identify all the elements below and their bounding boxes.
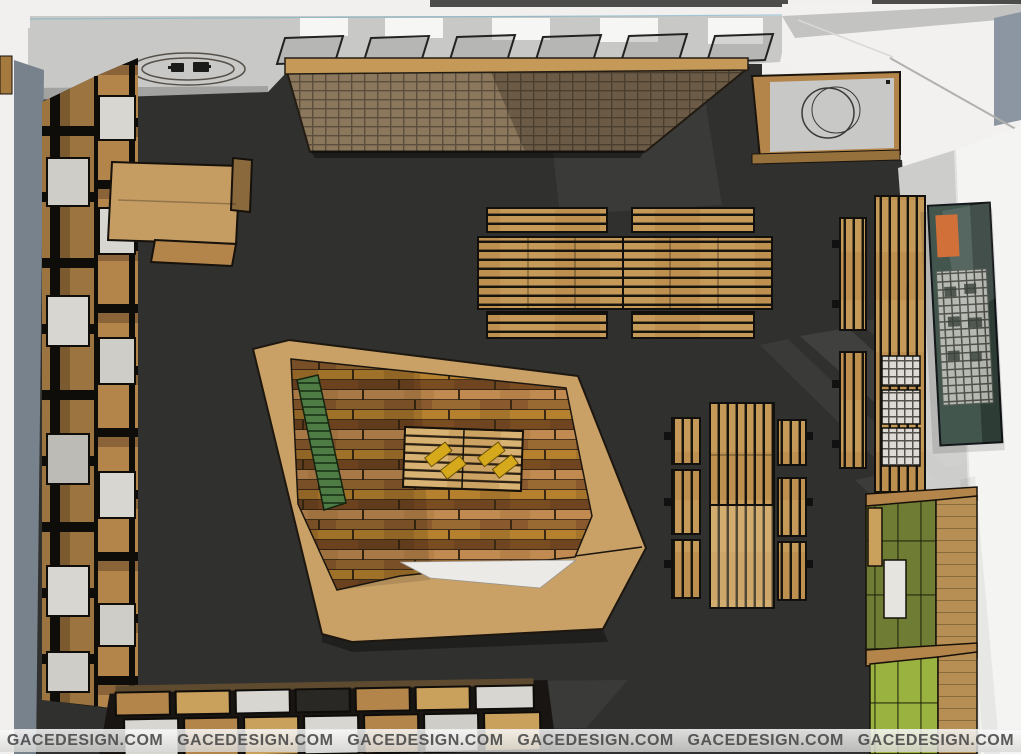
right-bluegray-band bbox=[994, 12, 1021, 126]
cubby-cell-white bbox=[47, 434, 89, 484]
locker-olive-side bbox=[936, 496, 977, 660]
cubby-cell-white bbox=[47, 566, 89, 616]
locker-cell-white bbox=[884, 560, 906, 618]
slat-bench bbox=[672, 540, 700, 598]
cubby-cell bbox=[176, 691, 230, 715]
left-white-strip bbox=[0, 26, 14, 754]
watermark-text: GACEDESIGN.COM bbox=[347, 732, 503, 750]
slat-bench bbox=[487, 312, 607, 338]
cubby-cell bbox=[416, 686, 470, 710]
desk-lower-step bbox=[151, 240, 236, 266]
cubby-cell bbox=[116, 692, 170, 716]
slat-bench bbox=[632, 208, 754, 232]
skylight bbox=[300, 18, 348, 36]
cubby-cell-white bbox=[99, 338, 135, 384]
screen-panel-shadow bbox=[310, 150, 645, 158]
render-canvas: GACEDESIGN.COM GACEDESIGN.COM GACEDESIGN… bbox=[0, 0, 1021, 754]
slat-bench bbox=[840, 218, 866, 330]
mesh-basket bbox=[882, 390, 920, 424]
slat-bench bbox=[632, 312, 754, 338]
watermark-text: GACEDESIGN.COM bbox=[177, 732, 333, 750]
cubby-cell-white bbox=[99, 472, 135, 518]
cubby-cell-white bbox=[99, 604, 135, 646]
cubby-cell-white bbox=[236, 690, 290, 714]
cubby-cell-white bbox=[99, 96, 135, 140]
watermark-text: GACEDESIGN.COM bbox=[7, 732, 163, 750]
long-slat-table bbox=[478, 237, 772, 309]
cubby-cell-dark bbox=[296, 688, 350, 712]
slat-bench bbox=[778, 420, 806, 465]
platform-table bbox=[403, 427, 523, 491]
poster-orange-seal bbox=[935, 214, 959, 257]
wall-poster bbox=[920, 202, 1005, 453]
cubby-cell-white bbox=[47, 652, 89, 692]
table-sunlight-patch bbox=[711, 506, 773, 607]
mesh-basket bbox=[882, 356, 920, 386]
round-fixture-box bbox=[752, 72, 900, 164]
left-edge-wood-box bbox=[0, 56, 12, 94]
left-cubby-shelving bbox=[42, 58, 138, 712]
watermark-text: GACEDESIGN.COM bbox=[688, 732, 844, 750]
mesh-basket bbox=[882, 428, 920, 466]
cubby-cell bbox=[356, 687, 410, 711]
skylight bbox=[385, 18, 443, 38]
slat-bench bbox=[672, 418, 700, 464]
locker-cell-wood bbox=[868, 508, 882, 566]
interior-render bbox=[0, 0, 1021, 754]
cubby-cell-white bbox=[476, 685, 534, 709]
cubby-cell-white bbox=[47, 158, 89, 206]
watermark-text: GACEDESIGN.COM bbox=[517, 732, 673, 750]
watermark-text: GACEDESIGN.COM bbox=[858, 732, 1014, 750]
fixture-dot bbox=[886, 80, 890, 84]
slat-bench bbox=[778, 542, 806, 600]
slat-bench bbox=[840, 352, 866, 468]
slat-bench bbox=[778, 478, 806, 536]
topleft-white-corner bbox=[0, 0, 30, 28]
fixture-box-inner bbox=[770, 78, 894, 152]
vertical-table-group bbox=[664, 403, 813, 608]
watermark-band: GACEDESIGN.COM GACEDESIGN.COM GACEDESIGN… bbox=[0, 729, 1021, 752]
slat-bench bbox=[487, 208, 607, 232]
cubby-cell-white bbox=[47, 296, 89, 346]
top-dark-bar bbox=[430, 0, 788, 7]
green-lockers bbox=[866, 487, 977, 754]
slat-bench bbox=[672, 470, 700, 534]
